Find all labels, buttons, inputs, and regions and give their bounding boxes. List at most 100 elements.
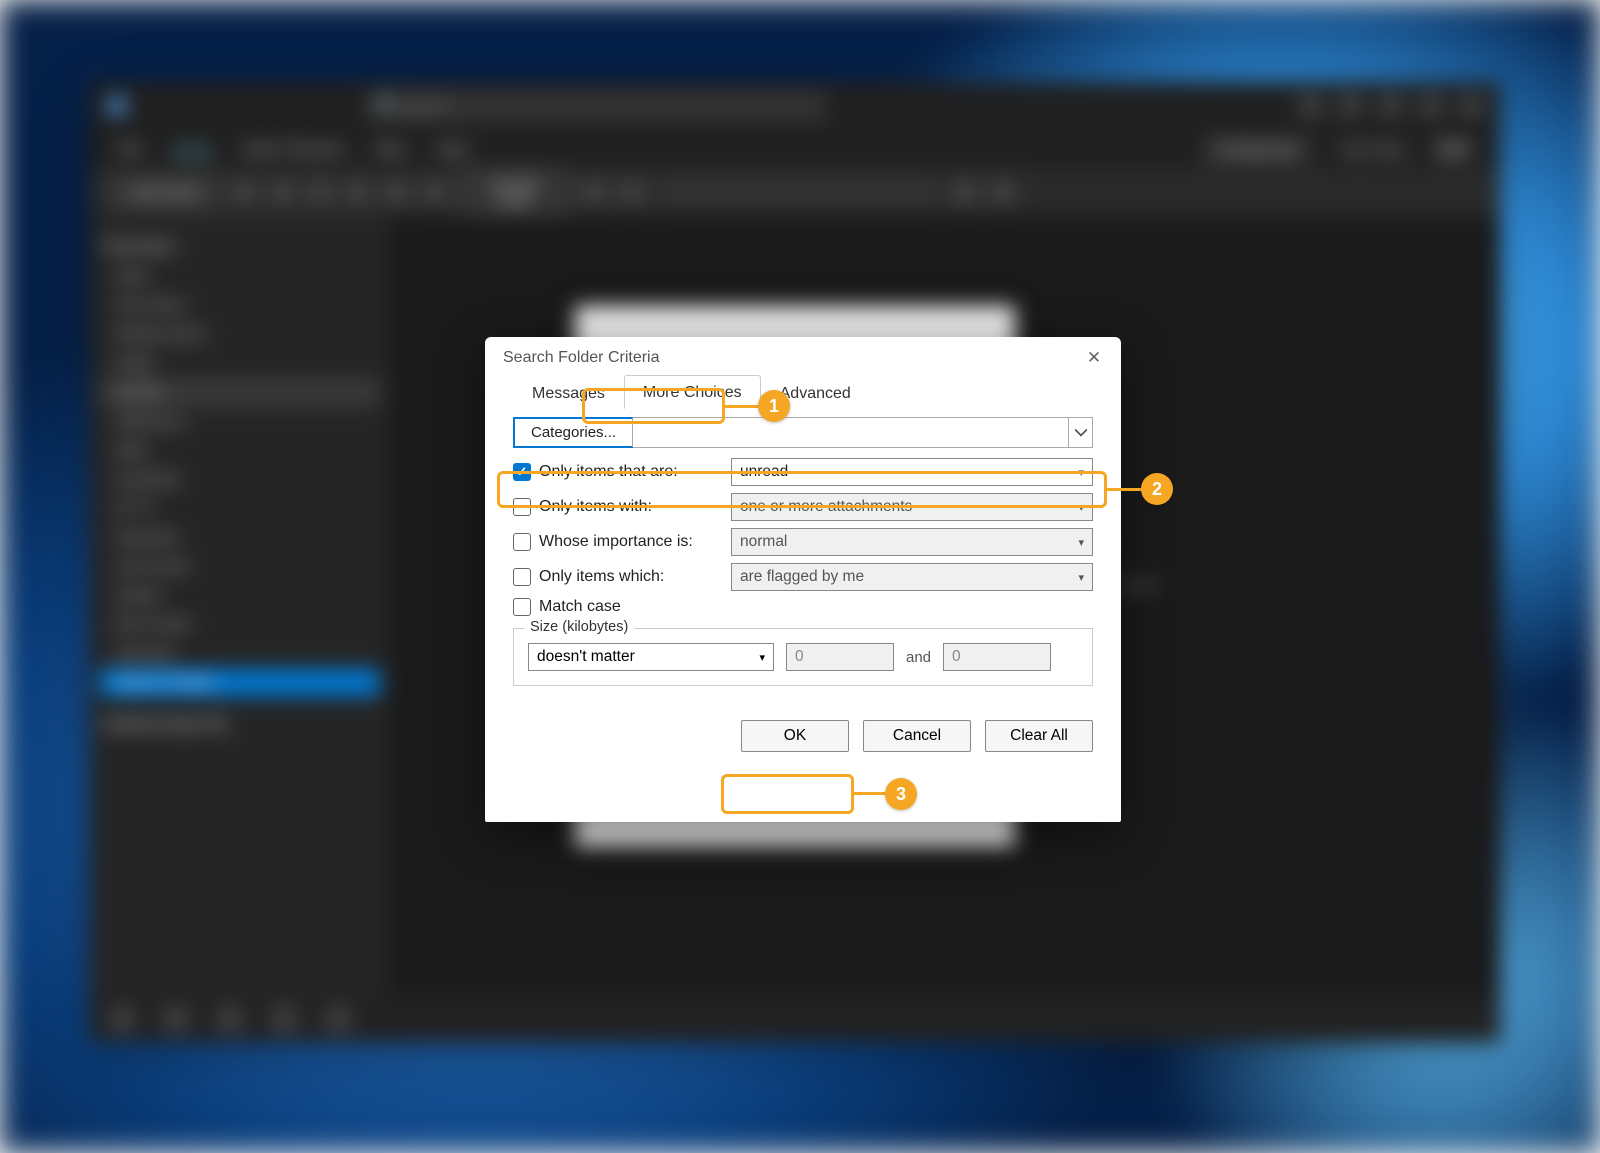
categorize-icon[interactable] <box>582 180 606 204</box>
checkbox-importance[interactable] <box>513 533 531 551</box>
search-people[interactable] <box>658 178 938 206</box>
window-close-icon[interactable] <box>1460 95 1482 117</box>
callout-line-2 <box>1107 488 1143 491</box>
clear-all-button[interactable]: Clear All <box>985 720 1093 752</box>
filter-icon[interactable] <box>990 180 1014 204</box>
chevron-down-icon: ▾ <box>1078 536 1084 549</box>
sidebar-item-search-folders[interactable]: Search Folders <box>100 669 380 696</box>
new-email-button[interactable]: New Email <box>110 178 218 206</box>
sidebar-item[interactable]: AliExpress <box>100 408 380 435</box>
checkbox-match-case[interactable] <box>513 598 531 616</box>
sidebar-item[interactable]: RSS Feeds <box>100 611 380 638</box>
size-legend: Size (kilobytes) <box>524 619 634 635</box>
sidebar-item-selected[interactable]: Archive <box>100 379 380 406</box>
sidebar-item[interactable]: eBay <box>100 437 380 464</box>
reply-all-icon[interactable] <box>384 180 408 204</box>
chevron-down-icon: ▾ <box>759 651 765 664</box>
reply-icon[interactable] <box>346 180 370 204</box>
favorites-header[interactable]: ˅Favorites <box>100 238 380 255</box>
account-icon[interactable] <box>1340 95 1362 117</box>
row-match-case: Match case <box>513 598 1093 616</box>
label-items-with: Only items with: <box>539 498 731 516</box>
sidebar-item[interactable]: Deleted Items <box>100 321 380 348</box>
checkbox-items-with[interactable] <box>513 498 531 516</box>
size-and-label: and <box>906 649 931 666</box>
folder-sidebar: ˅Favorites Inbox Sent Items Deleted Item… <box>90 216 390 996</box>
sidebar-item[interactable]: Inbox <box>100 263 380 290</box>
outlook-titlebar: 🔍 Search <box>90 82 1500 130</box>
dialog-title: Search Folder Criteria <box>503 349 660 367</box>
row-items-which: Only items which: are flagged by me ▾ <box>513 563 1093 591</box>
people-icon[interactable] <box>218 1007 242 1031</box>
search-folder-criteria-dialog: Search Folder Criteria ✕ Messages More C… <box>485 337 1121 822</box>
ribbon-file[interactable]: File <box>118 141 142 158</box>
row-items-with: Only items with: one or more attachments… <box>513 493 1093 521</box>
callout-line-3 <box>854 792 887 795</box>
categories-field[interactable] <box>633 417 1093 448</box>
ribbon-send-receive[interactable]: Send / Receive <box>242 141 344 158</box>
move-icon[interactable] <box>308 180 332 204</box>
tab-more-choices[interactable]: More Choices <box>624 375 761 409</box>
sidebar-item[interactable]: Sent Items <box>100 292 380 319</box>
label-items-that-are: Only items that are: <box>539 463 731 481</box>
callout-badge-1: 1 <box>758 390 790 422</box>
label-items-which: Only items which: <box>539 568 731 586</box>
archive-icon[interactable] <box>270 180 294 204</box>
dropdown-items-with[interactable]: one or more attachments ▾ <box>731 493 1093 521</box>
sidebar-datafile[interactable]: ›Outlook Data File <box>100 716 380 733</box>
toggle[interactable] <box>1434 140 1472 158</box>
forward-icon[interactable] <box>422 180 446 204</box>
size-to-input <box>943 643 1051 671</box>
notif-icon[interactable] <box>1300 95 1322 117</box>
ok-button[interactable]: OK <box>741 720 849 752</box>
cancel-button[interactable]: Cancel <box>863 720 971 752</box>
label-match-case: Match case <box>539 598 621 616</box>
delete-icon[interactable] <box>232 180 256 204</box>
checkbox-items-that-are[interactable] <box>513 463 531 481</box>
sidebar-item[interactable]: Junk Email <box>100 553 380 580</box>
label-importance: Whose importance is: <box>539 533 731 551</box>
unread-read-button[interactable]: Unread/ Read <box>460 170 568 214</box>
categories-button[interactable]: Categories... <box>513 417 633 448</box>
categories-dropdown-icon[interactable] <box>1068 418 1092 447</box>
ribbon-view[interactable]: View <box>374 141 406 158</box>
flag-icon[interactable] <box>620 180 644 204</box>
toolbar: New Email Unread/ Read <box>90 168 1500 216</box>
callout-badge-2: 2 <box>1141 473 1173 505</box>
address-book-icon[interactable] <box>952 180 976 204</box>
chevron-down-icon: ▾ <box>1078 571 1084 584</box>
chevron-down-icon: ▾ <box>1078 501 1084 514</box>
calendar-icon[interactable] <box>164 1007 188 1031</box>
sidebar-item[interactable]: Outbox <box>100 582 380 609</box>
sidebar-item[interactable]: IFTTT <box>100 495 380 522</box>
sidebar-item[interactable]: Drafts <box>100 350 380 377</box>
try-it-now[interactable]: Try it now <box>1340 141 1404 158</box>
tab-messages[interactable]: Messages <box>513 376 624 409</box>
chevron-down-icon: ▾ <box>1078 466 1084 479</box>
window-minimize-icon[interactable] <box>1380 95 1402 117</box>
sidebar-item[interactable]: Snoozed <box>100 640 380 667</box>
outlook-app-icon <box>108 97 126 115</box>
titlebar-search[interactable]: 🔍 Search <box>366 90 826 122</box>
dropdown-importance[interactable]: normal ▾ <box>731 528 1093 556</box>
sidebar-item[interactable]: Important <box>100 524 380 551</box>
size-mode-select[interactable]: doesn't matter ▾ <box>528 643 774 671</box>
callout-badge-3: 3 <box>885 778 917 810</box>
ribbon-help[interactable]: Help <box>436 141 467 158</box>
ribbon-tabs: File Home Send / Receive View Help Comin… <box>90 130 1500 168</box>
todo-icon[interactable] <box>272 1007 296 1031</box>
dropdown-items-that-are[interactable]: unread ▾ <box>731 458 1093 486</box>
coming-soon: Coming Soon <box>1205 137 1310 162</box>
row-items-that-are: Only items that are: unread ▾ <box>513 458 1093 486</box>
ribbon-home[interactable]: Home <box>172 140 212 159</box>
window-maximize-icon[interactable] <box>1420 95 1442 117</box>
sidebar-item[interactable]: Facebook <box>100 466 380 493</box>
size-group: Size (kilobytes) doesn't matter ▾ and <box>513 628 1093 686</box>
mail-icon[interactable] <box>110 1007 134 1031</box>
more-icon[interactable] <box>326 1007 350 1031</box>
checkbox-items-which[interactable] <box>513 568 531 586</box>
close-button[interactable]: ✕ <box>1085 349 1103 367</box>
dropdown-items-which[interactable]: are flagged by me ▾ <box>731 563 1093 591</box>
bottom-nav <box>90 996 1500 1042</box>
row-importance: Whose importance is: normal ▾ <box>513 528 1093 556</box>
